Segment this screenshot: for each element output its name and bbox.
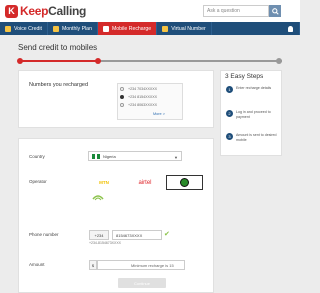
operator-airtel[interactable]: airtel bbox=[132, 175, 158, 190]
continue-button[interactable]: Continue bbox=[118, 278, 166, 288]
amount-input[interactable]: Minimum recharge is 15 bbox=[97, 260, 185, 270]
search-button[interactable] bbox=[269, 5, 281, 17]
recharged-title: Numbers you recharged bbox=[29, 82, 89, 88]
glo-logo-icon bbox=[180, 178, 189, 187]
page-title: Send credit to mobiles bbox=[18, 43, 98, 52]
recharged-number-item[interactable]: +234 7034XXXXX bbox=[120, 85, 180, 93]
currency-symbol: $ bbox=[89, 260, 97, 270]
nav-voice-credit[interactable]: Voice Credit bbox=[0, 22, 48, 35]
user-menu[interactable] bbox=[282, 22, 300, 35]
phone-input[interactable]: 8154673XXXX bbox=[112, 230, 162, 240]
operator-mtn[interactable]: MTN bbox=[91, 175, 117, 190]
step-text: Log in and proceed to payment bbox=[236, 110, 271, 119]
radio-button[interactable] bbox=[120, 87, 124, 91]
step-item: 1 Enter recharge details bbox=[226, 86, 280, 93]
nigeria-flag-icon bbox=[92, 153, 101, 159]
phone-hint: +234-8154673XXXX bbox=[89, 241, 122, 245]
progress-step-3 bbox=[276, 58, 282, 64]
step-text: Amount is sent to desired mobile bbox=[236, 133, 277, 142]
step-number: 2 bbox=[226, 110, 233, 117]
user-icon bbox=[288, 25, 293, 32]
step-item: 3 Amount is sent to desired mobile bbox=[226, 133, 280, 142]
logo[interactable]: K KeepCalling bbox=[5, 3, 86, 19]
checkmark-icon: ✔ bbox=[164, 231, 170, 238]
nav-mobile-recharge[interactable]: Mobile Recharge bbox=[97, 22, 158, 35]
country-label: Country bbox=[29, 154, 45, 159]
more-link[interactable]: More > bbox=[153, 112, 165, 116]
recharged-number-item[interactable]: +234 8154XXXXX bbox=[120, 93, 180, 101]
etisalat-logo-icon bbox=[92, 195, 104, 201]
mobile-recharge-icon bbox=[102, 25, 109, 32]
recharged-numbers-list: +234 7034XXXXX +234 8154XXXXX +234 8063X… bbox=[117, 83, 183, 120]
logo-icon: K bbox=[5, 4, 18, 18]
recharged-panel: Numbers you recharged bbox=[18, 70, 214, 128]
voice-credit-icon bbox=[5, 25, 11, 32]
recharged-number-item[interactable]: +234 8063XXXXX bbox=[120, 101, 180, 109]
chevron-down-icon: ▼ bbox=[174, 155, 178, 160]
operator-label: Operator bbox=[29, 179, 47, 184]
search-icon bbox=[271, 7, 279, 15]
operator-glo[interactable] bbox=[166, 175, 203, 190]
progress-fill bbox=[18, 60, 98, 62]
operator-etisalat[interactable] bbox=[91, 193, 105, 203]
steps-title: 3 Easy Steps bbox=[225, 73, 264, 80]
phone-label: Phone number bbox=[29, 232, 59, 237]
nav-virtual-number[interactable]: Virtual Number bbox=[157, 22, 212, 35]
progress-step-1 bbox=[17, 58, 23, 64]
progress-step-2 bbox=[95, 58, 101, 64]
step-number: 1 bbox=[226, 86, 233, 93]
country-select[interactable]: Nigeria ▼ bbox=[88, 151, 182, 161]
logo-text: KeepCalling bbox=[20, 4, 87, 18]
radio-button[interactable] bbox=[120, 95, 124, 99]
amount-label: Amount bbox=[29, 262, 45, 267]
monthly-plan-icon bbox=[52, 25, 59, 32]
step-text: Enter recharge details bbox=[236, 86, 272, 90]
search-input[interactable]: Ask a question bbox=[203, 5, 269, 17]
main-nav: Voice Credit Monthly Plan Mobile Recharg… bbox=[0, 22, 300, 35]
phone-country-code: +234 bbox=[89, 230, 109, 240]
virtual-number-icon bbox=[162, 25, 169, 32]
step-number: 3 bbox=[226, 133, 233, 140]
step-item: 2 Log in and proceed to payment bbox=[226, 110, 280, 119]
nav-monthly-plan[interactable]: Monthly Plan bbox=[48, 22, 98, 35]
header: K KeepCalling Ask a question bbox=[0, 0, 300, 22]
radio-button[interactable] bbox=[120, 103, 124, 107]
